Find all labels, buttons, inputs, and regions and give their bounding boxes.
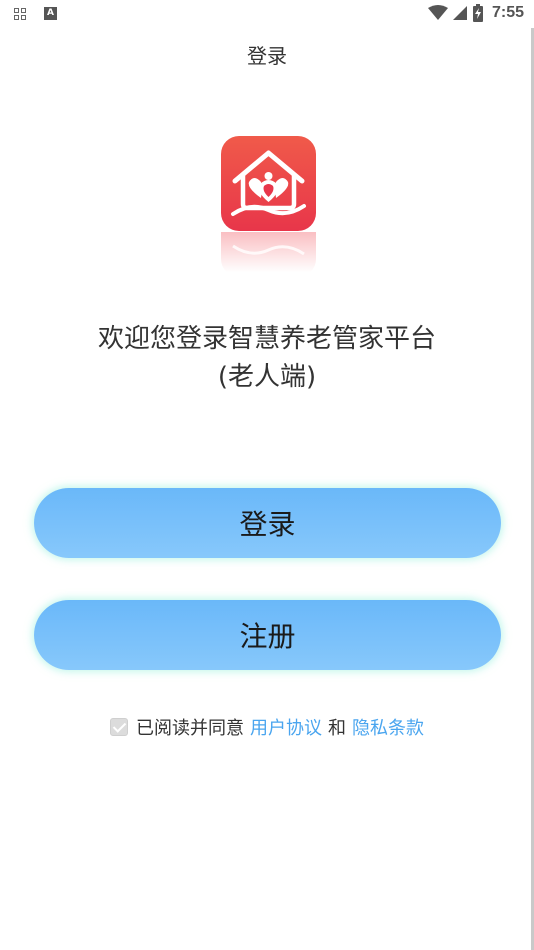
page-title: 登录 — [247, 44, 287, 68]
agreement-prefix: 已阅读并同意 — [136, 718, 244, 739]
welcome-line-2: (老人端) — [217, 362, 317, 392]
house-hearts-logo-icon — [221, 136, 316, 231]
grid-icon — [14, 7, 26, 20]
privacy-policy-link[interactable]: 隐私条款 — [352, 714, 424, 740]
app-logo — [221, 136, 316, 231]
status-bar: A 7:55 — [0, 0, 534, 28]
register-button[interactable]: 注册 — [34, 600, 501, 670]
a-icon: A — [44, 7, 57, 20]
welcome-text: 欢迎您登录智慧养老管家平台 (老人端) — [0, 320, 534, 396]
login-button[interactable]: 登录 — [34, 488, 501, 558]
user-agreement-link[interactable]: 用户协议 — [250, 714, 322, 740]
status-right: 7:55 — [427, 4, 524, 22]
agreement-checkbox[interactable] — [110, 718, 128, 736]
status-time: 7:55 — [491, 4, 524, 21]
logo-reflection — [221, 232, 316, 277]
signal-icon — [452, 6, 467, 20]
agreement-row: 已阅读并同意 用户协议 和 隐私条款 — [0, 714, 534, 740]
welcome-line-1: 欢迎您登录智慧养老管家平台 — [97, 324, 436, 354]
agreement-and: 和 — [328, 718, 346, 739]
wifi-icon — [427, 5, 448, 20]
status-left: A — [14, 7, 57, 20]
battery-icon — [472, 4, 483, 22]
